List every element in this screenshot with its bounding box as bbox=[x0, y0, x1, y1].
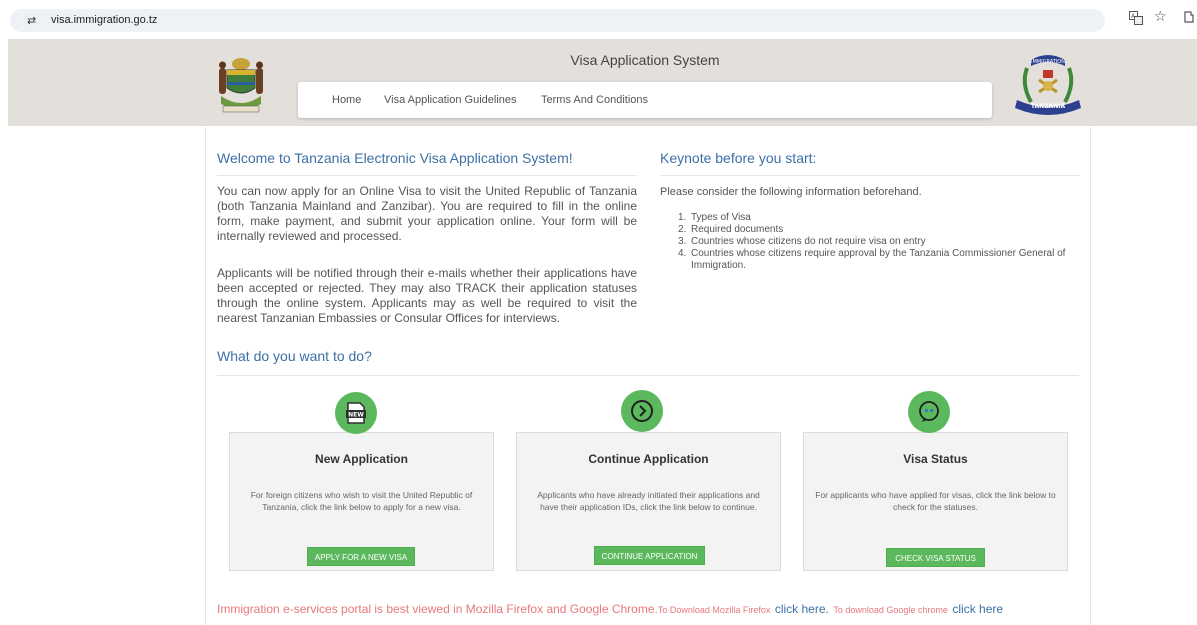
keynote-list: 1. Types of Visa 2. Required documents 3. C… bbox=[678, 212, 1078, 272]
divider bbox=[217, 175, 637, 176]
card-description: For foreign citizens who wish to visit t… bbox=[250, 490, 473, 512]
immigration-logo[interactable]: IMMIGRATION TANZANIA bbox=[1013, 50, 1083, 116]
svg-text:NEW: NEW bbox=[348, 412, 364, 419]
keynote-item: 1. Types of Visa bbox=[678, 212, 751, 224]
continue-application-button[interactable]: CONTINUE APPLICATION bbox=[594, 546, 705, 565]
bookmark-star-icon[interactable]: ☆ bbox=[1154, 9, 1167, 25]
continue-application-card: Continue Application Applicants who have… bbox=[516, 432, 781, 571]
keynote-link-visa-types[interactable]: Types of Visa bbox=[691, 212, 751, 224]
coat-of-arms-logo[interactable] bbox=[217, 50, 265, 116]
new-document-icon: NEW bbox=[335, 392, 377, 434]
check-visa-status-button[interactable]: CHECK VISA STATUS bbox=[886, 548, 985, 567]
divider bbox=[660, 175, 1080, 176]
keynote-link-approval-countries[interactable]: Countries whose citizens require approva… bbox=[691, 248, 1078, 272]
translate-icon[interactable]: A bbox=[1129, 11, 1143, 25]
apply-new-visa-button[interactable]: APPLY FOR A NEW VISA bbox=[307, 547, 415, 566]
actions-title: What do you want to do? bbox=[217, 348, 372, 364]
keynote-link-visa-exempt-countries[interactable]: Countries whose citizens do not require … bbox=[691, 236, 926, 248]
keynote-title: Keynote before you start: bbox=[660, 150, 817, 166]
url-text[interactable]: visa.immigration.go.tz bbox=[51, 14, 157, 26]
card-title: Continue Application bbox=[588, 452, 709, 466]
site-settings-icon[interactable]: ⇄ bbox=[27, 14, 36, 27]
card-title: Visa Status bbox=[903, 452, 968, 466]
logo-banner: TANZANIA bbox=[1031, 103, 1066, 110]
firefox-download-text: To Download Mozilla Firefox bbox=[657, 605, 771, 615]
browser-recommendation: Immigration e-services portal is best vi… bbox=[217, 600, 1003, 618]
nav-terms-and-conditions[interactable]: Terms And Conditions bbox=[541, 94, 648, 106]
keynote-item: 4. Countries whose citizens require appro… bbox=[678, 248, 1078, 272]
new-application-card: New Application For foreign citizens who… bbox=[229, 432, 494, 571]
system-title: Visa Application System bbox=[570, 52, 720, 68]
chrome-download-text: To download Google chrome bbox=[833, 605, 948, 615]
welcome-paragraph-1: You can now apply for an Online Visa to … bbox=[217, 184, 637, 243]
keynote-intro: Please consider the following informatio… bbox=[660, 186, 922, 198]
logo-text: IMMIGRATION bbox=[1031, 59, 1065, 65]
visa-status-card: Visa Status For applicants who have appl… bbox=[803, 432, 1068, 571]
keynote-item: 2. Required documents bbox=[678, 224, 784, 236]
welcome-paragraph-2: Applicants will be notified through thei… bbox=[217, 266, 637, 325]
card-description: Applicants who have already initiated th… bbox=[537, 490, 760, 512]
card-title: New Application bbox=[315, 452, 408, 466]
firefox-download-link[interactable]: click here. bbox=[775, 602, 829, 616]
nav-visa-guidelines[interactable]: Visa Application Guidelines bbox=[384, 94, 517, 106]
keynote-item: 3. Countries whose citizens do not requir… bbox=[678, 236, 926, 248]
extensions-icon[interactable] bbox=[1183, 10, 1195, 27]
arrow-right-circle-icon bbox=[621, 390, 663, 432]
browser-toolbar: ⇄ visa.immigration.go.tz A ☆ bbox=[0, 0, 1197, 39]
welcome-title: Welcome to Tanzania Electronic Visa Appl… bbox=[217, 150, 573, 166]
card-description: For applicants who have applied for visa… bbox=[815, 490, 1056, 512]
main-nav: Home Visa Application Guidelines Terms A… bbox=[298, 82, 992, 118]
nav-home[interactable]: Home bbox=[332, 94, 361, 106]
divider bbox=[217, 375, 1079, 376]
browser-note: Immigration e-services portal is best vi… bbox=[217, 602, 658, 616]
keynote-link-required-documents[interactable]: Required documents bbox=[691, 224, 783, 236]
address-bar[interactable]: ⇄ visa.immigration.go.tz bbox=[10, 9, 1105, 32]
chat-quote-icon bbox=[908, 391, 950, 433]
chrome-download-link[interactable]: click here bbox=[952, 602, 1003, 616]
